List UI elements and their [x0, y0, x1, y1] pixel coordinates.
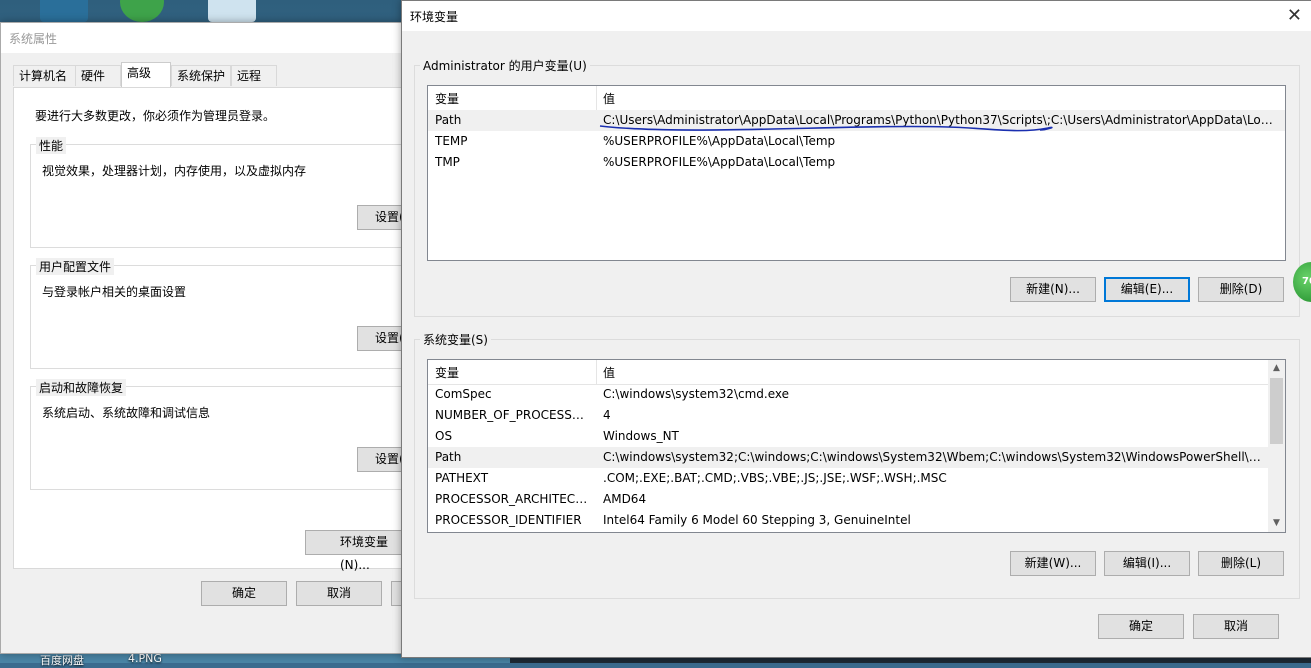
- window-title: 系统属性: [9, 32, 58, 46]
- variable-value: Windows_NT: [603, 429, 679, 443]
- system-var-row[interactable]: PROCESSOR_ARCHITECT... AMD64: [428, 489, 1268, 510]
- system-var-row[interactable]: NUMBER_OF_PROCESSORS 4: [428, 405, 1268, 426]
- column-divider[interactable]: [596, 360, 597, 384]
- variable-name: OS: [435, 429, 453, 443]
- user-var-row[interactable]: Path C:\Users\Administrator\AppData\Loca…: [428, 110, 1285, 131]
- variable-value: AMD64: [603, 492, 647, 506]
- scroll-up-icon[interactable]: ▲: [1268, 360, 1285, 377]
- scroll-thumb[interactable]: [1270, 378, 1283, 444]
- user-var-row[interactable]: TMP %USERPROFILE%\AppData\Local\Temp: [428, 152, 1285, 173]
- desktop-icon-top-1[interactable]: [40, 0, 88, 22]
- column-header-value[interactable]: 值: [603, 90, 615, 107]
- tab-advanced[interactable]: 高级: [121, 62, 171, 87]
- variable-value: Intel64 Family 6 Model 60 Stepping 3, Ge…: [603, 513, 911, 527]
- user-variables-list[interactable]: 变量 值 Path C:\Users\Administrator\AppData…: [427, 85, 1286, 261]
- environment-variables-dialog: 环境变量 ✕ Administrator 的用户变量(U) 变量 值 Path …: [401, 0, 1311, 658]
- system-edit-button[interactable]: 编辑(I)...: [1104, 551, 1190, 576]
- system-var-row[interactable]: ComSpec C:\windows\system32\cmd.exe: [428, 384, 1268, 405]
- system-var-row[interactable]: Path C:\windows\system32;C:\windows;C:\w…: [428, 447, 1268, 468]
- column-divider[interactable]: [596, 86, 597, 110]
- dialog-title: 环境变量: [410, 10, 459, 24]
- variable-value: C:\Users\Administrator\AppData\Local\Pro…: [603, 113, 1279, 127]
- user-new-button[interactable]: 新建(N)...: [1010, 277, 1096, 302]
- variable-value: .COM;.EXE;.BAT;.CMD;.VBS;.VBE;.JS;.JSE;.…: [603, 471, 947, 485]
- user-var-row[interactable]: TEMP %USERPROFILE%\AppData\Local\Temp: [428, 131, 1285, 152]
- performance-title: 性能: [36, 137, 67, 154]
- environment-variables-button[interactable]: 环境变量(N)...: [305, 530, 415, 572]
- ok-button[interactable]: 确定: [201, 581, 287, 606]
- list-header: 变量 值: [428, 360, 1268, 385]
- user-profile-desc: 与登录帐户相关的桌面设置: [42, 285, 187, 299]
- desktop-icon-label: 百度网盘: [40, 654, 84, 667]
- user-profile-group: 用户配置文件 与登录帐户相关的桌面设置 设置(E)...: [30, 258, 457, 369]
- close-icon[interactable]: ✕: [1287, 5, 1302, 26]
- vertical-scrollbar[interactable]: ▲ ▼: [1268, 360, 1285, 532]
- tab-hardware[interactable]: 硬件: [75, 65, 121, 86]
- column-header-value[interactable]: 值: [603, 364, 615, 381]
- system-var-row[interactable]: PATHEXT .COM;.EXE;.BAT;.CMD;.VBS;.VBE;.J…: [428, 468, 1268, 489]
- variable-name: TEMP: [435, 134, 468, 148]
- startup-recovery-title: 启动和故障恢复: [36, 379, 127, 396]
- variable-value: 4: [603, 408, 611, 422]
- scroll-down-icon[interactable]: ▼: [1268, 515, 1285, 532]
- variable-value: C:\windows\system32;C:\windows;C:\window…: [603, 450, 1262, 464]
- performance-group: 性能 视觉效果，处理器计划，内存使用，以及虚拟内存 设置(S)...: [30, 137, 457, 248]
- variable-name: ComSpec: [435, 387, 492, 401]
- variable-name: Path: [435, 450, 462, 464]
- variable-name: Path: [435, 113, 462, 127]
- cancel-button[interactable]: 取消: [296, 581, 382, 606]
- ok-button[interactable]: 确定: [1098, 614, 1184, 639]
- variable-name: TMP: [435, 155, 460, 169]
- title-bar: 系统属性: [1, 23, 403, 53]
- variable-value: C:\windows\system32\cmd.exe: [603, 387, 789, 401]
- variable-value: %USERPROFILE%\AppData\Local\Temp: [603, 155, 836, 169]
- variable-name: PATHEXT: [435, 471, 489, 485]
- variable-name: PROCESSOR_IDENTIFIER: [435, 513, 582, 527]
- user-profile-title: 用户配置文件: [36, 258, 115, 275]
- cancel-button[interactable]: 取消: [1193, 614, 1279, 639]
- startup-recovery-desc: 系统启动、系统故障和调试信息: [42, 406, 211, 420]
- variable-name: NUMBER_OF_PROCESSORS: [435, 408, 591, 422]
- tab-remote[interactable]: 远程: [231, 65, 277, 86]
- tab-computer-name[interactable]: 计算机名: [13, 65, 76, 86]
- system-var-row[interactable]: PROCESSOR_IDENTIFIER Intel64 Family 6 Mo…: [428, 510, 1268, 531]
- title-bar: 环境变量 ✕: [402, 1, 1311, 31]
- desktop-icon-top-2[interactable]: [120, 0, 164, 22]
- system-var-row[interactable]: OS Windows_NT: [428, 426, 1268, 447]
- admin-note: 要进行大多数更改，你必须作为管理员登录。: [35, 109, 276, 123]
- user-delete-button[interactable]: 删除(D): [1198, 277, 1284, 302]
- system-variables-list[interactable]: 变量 值 ComSpec C:\windows\system32\cmd.exe…: [427, 359, 1286, 533]
- list-header: 变量 值: [428, 86, 1285, 111]
- system-variables-label: 系统变量(S): [420, 331, 491, 348]
- advanced-tab-panel: 要进行大多数更改，你必须作为管理员登录。 性能 视觉效果，处理器计划，内存使用，…: [13, 87, 457, 572]
- column-header-variable[interactable]: 变量: [435, 364, 459, 381]
- tab-system-protection[interactable]: 系统保护: [171, 65, 231, 86]
- system-delete-button[interactable]: 删除(L): [1198, 551, 1284, 576]
- system-properties-window: 系统属性 计算机名 硬件 高级 系统保护 远程 要进行大多数更改，你必须作为管理…: [0, 22, 457, 654]
- variable-value: %USERPROFILE%\AppData\Local\Temp: [603, 134, 836, 148]
- variable-name: PROCESSOR_ARCHITECT...: [435, 492, 591, 506]
- system-new-button[interactable]: 新建(W)...: [1010, 551, 1096, 576]
- user-variables-label: Administrator 的用户变量(U): [420, 57, 590, 74]
- performance-desc: 视觉效果，处理器计划，内存使用，以及虚拟内存: [42, 164, 307, 178]
- user-edit-button[interactable]: 编辑(E)...: [1104, 277, 1190, 302]
- desktop-icon-top-3[interactable]: [208, 0, 256, 22]
- column-header-variable[interactable]: 变量: [435, 90, 459, 107]
- startup-recovery-group: 启动和故障恢复 系统启动、系统故障和调试信息 设置(T)...: [30, 379, 457, 490]
